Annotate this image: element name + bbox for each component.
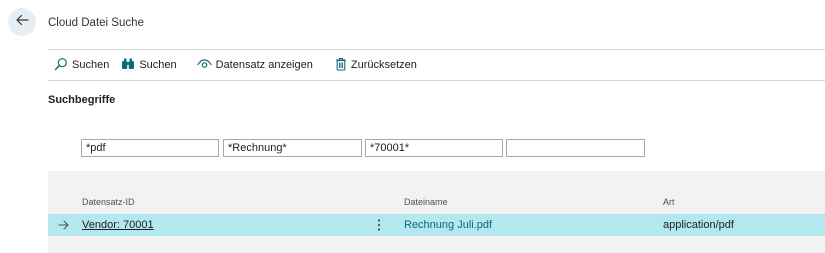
search-button-label: Suchen bbox=[72, 59, 110, 71]
back-button[interactable] bbox=[8, 8, 36, 36]
binoculars-icon bbox=[121, 57, 139, 74]
search-icon bbox=[54, 57, 72, 74]
section-title-search-terms: Suchbegriffe bbox=[48, 94, 116, 106]
show-record-button[interactable]: Datensatz anzeigen bbox=[191, 54, 319, 76]
table-row[interactable]: Vendor: 70001 Rechnung Juli.pdf applicat… bbox=[48, 214, 825, 236]
reset-button-label: Zurücksetzen bbox=[350, 59, 417, 71]
column-header-file-name[interactable]: Dateiname bbox=[404, 197, 448, 207]
eye-icon bbox=[197, 58, 216, 73]
search-term-input-4[interactable] bbox=[506, 139, 645, 157]
search-button[interactable]: Suchen bbox=[48, 54, 115, 76]
type-cell: application/pdf bbox=[663, 219, 734, 231]
search-term-input-3[interactable] bbox=[365, 139, 503, 157]
actionbar-divider bbox=[48, 80, 825, 81]
show-record-button-label: Datensatz anzeigen bbox=[215, 59, 313, 71]
reset-button[interactable]: Zurücksetzen bbox=[329, 54, 423, 76]
trash-icon bbox=[335, 57, 351, 74]
find-button-label: Suchen bbox=[139, 59, 177, 71]
arrow-right-icon bbox=[58, 214, 69, 236]
arrow-left-icon bbox=[15, 13, 29, 32]
results-grid: Datensatz-ID Dateiname Art Vendor: 70001… bbox=[48, 171, 825, 253]
column-header-type[interactable]: Art bbox=[663, 197, 675, 207]
page-title: Cloud Datei Suche bbox=[48, 17, 144, 29]
column-header-record-id[interactable]: Datensatz-ID bbox=[82, 197, 135, 207]
search-term-input-1[interactable] bbox=[81, 139, 219, 157]
record-id-link[interactable]: Vendor: 70001 bbox=[82, 214, 154, 236]
find-button[interactable]: Suchen bbox=[115, 54, 182, 76]
action-bar: Suchen Suchen Datensatz anzeigen Zurücks… bbox=[48, 50, 423, 80]
search-term-input-2[interactable] bbox=[223, 139, 362, 157]
file-name-cell[interactable]: Rechnung Juli.pdf bbox=[404, 214, 492, 236]
row-menu-dots-icon[interactable] bbox=[374, 214, 384, 236]
